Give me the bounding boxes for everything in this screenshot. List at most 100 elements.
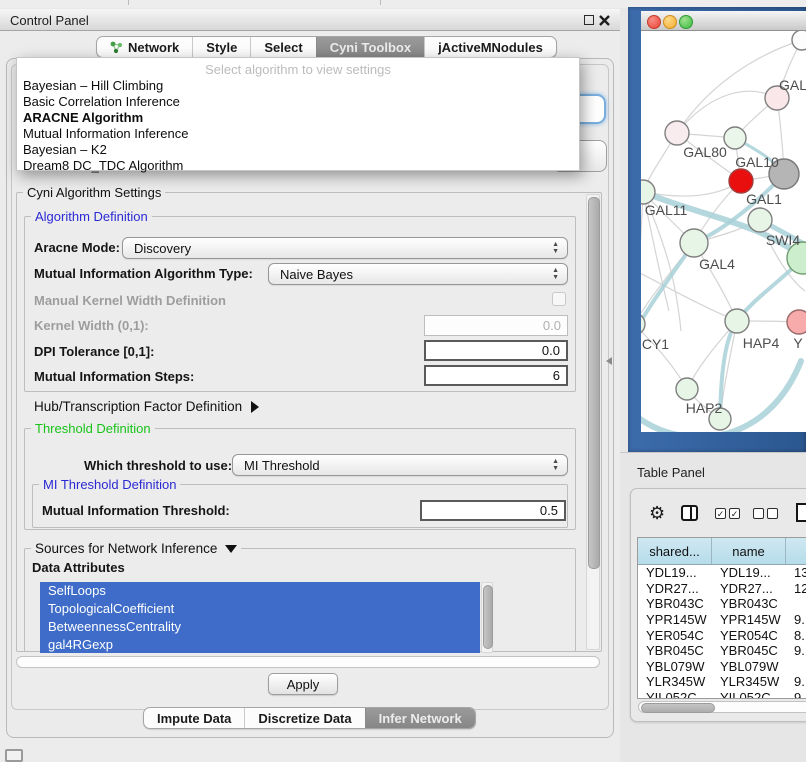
table-row[interactable]: YLR345W YLR345W 9.	[638, 674, 806, 690]
collapsed-arrow-icon[interactable]	[251, 401, 259, 413]
table-row[interactable]: YDR27... YDR27... 12	[638, 581, 806, 597]
manual-kernel-label-text: Manual Kernel Width Definition	[34, 293, 226, 308]
close-panel-icon[interactable]	[599, 15, 610, 26]
tab-impute-data[interactable]: Impute Data	[144, 708, 244, 728]
tab-select[interactable]: Select	[250, 37, 315, 57]
expanded-arrow-icon[interactable]	[225, 545, 237, 553]
splitter-handle-icon[interactable]	[606, 357, 612, 365]
settings-scrollbar[interactable]	[586, 194, 600, 650]
column-header[interactable]: shared...	[638, 538, 712, 564]
combo-spinner-icon: ▲▼	[552, 458, 559, 472]
tab-network[interactable]: Network	[97, 37, 192, 57]
panel-grip-icon[interactable]	[5, 749, 23, 762]
network-node[interactable]	[676, 378, 698, 400]
algorithm-option-selected[interactable]: ARACNE Algorithm	[17, 110, 579, 126]
zoom-window-icon[interactable]	[679, 15, 693, 29]
minimize-window-icon[interactable]	[663, 15, 677, 29]
list-item[interactable]: SelfLoops	[40, 582, 480, 600]
which-threshold-combobox[interactable]: MI Threshold ▲▼	[232, 454, 568, 476]
network-window-titlebar[interactable]	[641, 11, 806, 31]
algorithm-option[interactable]: Dream8 DC_TDC Algorithm	[17, 158, 579, 174]
aracne-mode-combobox[interactable]: Discovery ▲▼	[122, 237, 568, 259]
kernel-width-value: 0.0	[543, 318, 561, 333]
settings-hscrollbar[interactable]	[16, 656, 600, 668]
tab-style-label: Style	[206, 40, 237, 55]
column-header[interactable]: A	[786, 538, 806, 564]
threshold-definition-title: Threshold Definition	[31, 421, 155, 436]
table-row[interactable]: YBR045C YBR045C 9.	[638, 643, 806, 659]
mi-steps-label: Mutual Information Steps:	[34, 369, 194, 384]
algorithm-option[interactable]: Bayesian – K2	[17, 142, 579, 158]
tab-style[interactable]: Style	[192, 37, 250, 57]
mi-type-combobox[interactable]: Naive Bayes ▲▼	[268, 263, 568, 285]
network-node[interactable]	[641, 180, 655, 204]
checkbox-unchecked-icon[interactable]	[767, 508, 778, 519]
algorithm-option[interactable]: Basic Correlation Inference	[17, 94, 579, 110]
network-node[interactable]	[787, 310, 806, 334]
network-node[interactable]	[680, 229, 708, 257]
gear-icon[interactable]: ⚙	[649, 504, 665, 522]
sources-title-text: Sources for Network Inference	[35, 541, 217, 556]
tab-infer-network-label: Infer Network	[379, 711, 462, 726]
algorithm-option[interactable]: Mutual Information Inference	[17, 126, 579, 142]
network-node-gal1[interactable]	[729, 169, 753, 193]
tab-jactivemnodules[interactable]: jActiveMNodules	[424, 37, 556, 57]
settings-scrollbar-thumb[interactable]	[588, 197, 600, 569]
table-row[interactable]: YDL19... YDL19... 13	[638, 565, 806, 581]
table-row[interactable]: YPR145W YPR145W 9.	[638, 612, 806, 628]
top-strip-tick	[380, 0, 381, 5]
list-item[interactable]: BetweennessCentrality	[40, 618, 480, 636]
dpi-tolerance-field[interactable]: 0.0	[424, 340, 568, 361]
control-panel-titlebar[interactable]: Control Panel	[0, 8, 620, 31]
checkbox-unchecked-icon[interactable]	[753, 508, 764, 519]
float-panel-icon[interactable]	[584, 15, 594, 25]
apply-button-label: Apply	[287, 677, 320, 692]
mi-steps-value: 6	[553, 368, 560, 383]
tab-cyni-toolbox[interactable]: Cyni Toolbox	[316, 37, 424, 57]
algorithm-definition-title: Algorithm Definition	[31, 209, 152, 224]
list-item[interactable]: TopologicalCoefficient	[40, 600, 480, 618]
data-attributes-label-text: Data Attributes	[32, 560, 125, 575]
mi-steps-field[interactable]: 6	[424, 365, 568, 386]
svg-text:GAL11: GAL11	[645, 202, 688, 218]
cyni-algorithm-settings-title: Cyni Algorithm Settings	[23, 185, 165, 200]
table-hscrollbar-thumb[interactable]	[641, 703, 715, 713]
attributes-list-scrollbar[interactable]	[481, 582, 493, 653]
network-node[interactable]	[725, 309, 749, 333]
table-row[interactable]: YBR043C YBR043C	[638, 596, 806, 612]
data-attributes-list[interactable]: SelfLoops TopologicalCoefficient Between…	[40, 582, 480, 653]
apply-button[interactable]: Apply	[268, 673, 338, 695]
checkbox-checked-icon[interactable]: ✓	[729, 508, 740, 519]
svg-text:HAP4: HAP4	[743, 335, 780, 351]
network-node[interactable]	[792, 31, 806, 50]
network-canvas[interactable]: GAL GAL80 GAL10 GAL1 GAL11 SWI4 GAL4 GCY…	[641, 31, 806, 432]
close-window-icon[interactable]	[647, 15, 661, 29]
new-table-icon[interactable]	[796, 503, 806, 522]
network-node[interactable]	[665, 121, 689, 145]
kernel-width-field[interactable]: 0.0	[424, 315, 568, 336]
network-node[interactable]	[748, 208, 772, 232]
aracne-mode-value: Discovery	[134, 241, 191, 256]
network-view-window[interactable]: GAL GAL80 GAL10 GAL1 GAL11 SWI4 GAL4 GCY…	[628, 7, 806, 452]
table-row[interactable]: YBL079W YBL079W	[638, 659, 806, 675]
list-item[interactable]: gal4RGexp	[40, 636, 480, 653]
node-table[interactable]: shared... name A YDL19... YDL19... 13 YD…	[637, 537, 806, 699]
tab-discretize-data[interactable]: Discretize Data	[244, 708, 364, 728]
table-row[interactable]: YIL052C YIL052C 9	[638, 690, 806, 699]
table-hscrollbar[interactable]	[638, 701, 806, 713]
network-node[interactable]	[724, 127, 746, 149]
svg-text:GAL80: GAL80	[683, 144, 727, 160]
tab-infer-network[interactable]: Infer Network	[365, 708, 475, 728]
combo-spinner-icon: ▲▼	[552, 241, 559, 255]
hub-definition-toggle[interactable]: Hub/Transcription Factor Definition	[34, 399, 259, 414]
checkbox-checked-icon[interactable]: ✓	[715, 508, 726, 519]
mi-threshold-field[interactable]: 0.5	[420, 500, 566, 521]
attributes-list-scrollbar-thumb[interactable]	[483, 585, 493, 649]
column-header[interactable]: name	[712, 538, 786, 564]
manual-kernel-checkbox[interactable]	[552, 292, 566, 306]
which-threshold-value: MI Threshold	[244, 458, 320, 473]
table-row[interactable]: YER054C YER054C 8.	[638, 627, 806, 643]
columns-icon[interactable]	[681, 505, 698, 521]
manual-kernel-label: Manual Kernel Width Definition	[34, 293, 226, 308]
algorithm-option[interactable]: Bayesian – Hill Climbing	[17, 78, 579, 94]
